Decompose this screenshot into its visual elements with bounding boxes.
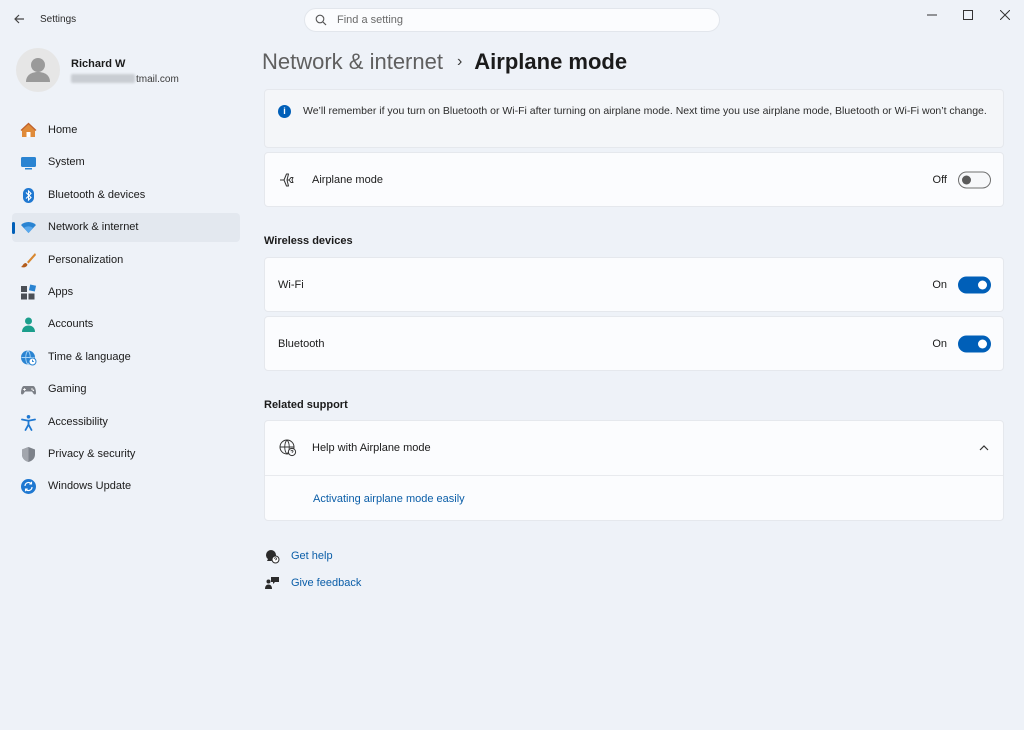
sidebar-item-gaming[interactable]: Gaming <box>12 375 240 404</box>
avatar[interactable] <box>16 48 60 92</box>
chevron-up-icon[interactable] <box>977 441 991 455</box>
sidebar-item-home[interactable]: Home <box>12 116 240 145</box>
sidebar-item-system[interactable]: System <box>12 148 240 177</box>
help-expander-header[interactable]: Help with Airplane mode <box>265 421 1003 476</box>
wifi-toggle[interactable] <box>958 276 991 293</box>
toggle-knob <box>962 175 971 184</box>
back-arrow-icon <box>14 14 24 24</box>
wireless-devices-heading: Wireless devices <box>264 235 353 247</box>
brush-icon <box>20 252 37 269</box>
sidebar-item-bluetooth[interactable]: Bluetooth & devices <box>12 181 240 210</box>
back-button[interactable] <box>8 8 30 30</box>
title-bar: Settings Find a setting <box>0 0 1024 40</box>
airplane-mode-state: Off <box>932 173 947 186</box>
sidebar-item-label: Apps <box>48 285 74 298</box>
info-banner: i We’ll remember if you turn on Bluetoot… <box>264 89 1004 148</box>
info-icon: i <box>278 105 291 118</box>
get-help-label: Get help <box>291 550 333 562</box>
close-button[interactable] <box>992 6 1018 24</box>
sidebar-item-label: Privacy & security <box>48 447 136 460</box>
sidebar-item-apps[interactable]: Apps <box>12 278 240 307</box>
feedback-icon <box>265 577 279 589</box>
get-help-icon <box>266 550 280 564</box>
apps-icon <box>20 284 37 301</box>
airplane-mode-row[interactable]: Airplane mode Off <box>264 152 1004 207</box>
bluetooth-icon <box>20 187 37 204</box>
help-expander-title: Help with Airplane mode <box>312 442 431 454</box>
maximize-button[interactable] <box>955 6 981 24</box>
gamepad-icon <box>20 381 37 398</box>
globe-help-icon <box>278 438 298 458</box>
sidebar-item-label: Time & language <box>48 350 131 363</box>
search-box[interactable]: Find a setting <box>304 8 720 32</box>
bluetooth-row[interactable]: Bluetooth On <box>264 316 1004 371</box>
sidebar-item-label: Bluetooth & devices <box>48 188 146 201</box>
maximize-icon <box>963 10 973 20</box>
help-expander: Help with Airplane mode Activating airpl… <box>264 420 1004 521</box>
wifi-row[interactable]: Wi-Fi On <box>264 257 1004 312</box>
minimize-button[interactable] <box>919 6 945 24</box>
info-text: We’ll remember if you turn on Bluetooth … <box>303 105 987 117</box>
give-feedback-label: Give feedback <box>291 577 362 589</box>
settings-window: Settings Find a setting Richard W tmail.… <box>0 0 1024 730</box>
breadcrumb-separator: › <box>456 53 463 70</box>
activating-airplane-mode-link[interactable]: Activating airplane mode easily <box>313 493 465 505</box>
sidebar-item-label: Windows Update <box>48 480 132 493</box>
bluetooth-label: Bluetooth <box>278 337 325 350</box>
sidebar-item-personalization[interactable]: Personalization <box>12 246 240 275</box>
sidebar-item-label: Gaming <box>48 383 87 396</box>
wifi-label: Wi-Fi <box>278 278 304 291</box>
airplane-mode-toggle[interactable] <box>958 171 991 188</box>
sidebar-item-accounts[interactable]: Accounts <box>12 310 240 339</box>
profile-email-domain: tmail.com <box>136 74 179 85</box>
profile-email: tmail.com <box>71 74 179 85</box>
sidebar-item-label: System <box>48 156 85 169</box>
sidebar-item-label: Accounts <box>48 318 94 331</box>
profile-name: Richard W <box>71 58 126 70</box>
accounts-icon <box>20 316 37 333</box>
search-placeholder: Find a setting <box>337 14 404 26</box>
page-title: Airplane mode <box>474 49 628 74</box>
sidebar-item-accessibility[interactable]: Accessibility <box>12 408 240 437</box>
update-icon <box>20 478 37 495</box>
system-icon <box>20 154 37 171</box>
related-support-heading: Related support <box>264 399 348 411</box>
wifi-state: On <box>932 278 947 291</box>
bluetooth-toggle[interactable] <box>958 335 991 352</box>
minimize-icon <box>927 14 937 16</box>
breadcrumb: Network & internet › Airplane mode <box>262 47 627 77</box>
user-icon <box>26 58 50 82</box>
breadcrumb-parent[interactable]: Network & internet <box>262 49 443 75</box>
shield-icon <box>20 446 37 463</box>
toggle-knob <box>978 280 987 289</box>
airplane-mode-label: Airplane mode <box>312 173 383 186</box>
bluetooth-state: On <box>932 337 947 350</box>
close-icon <box>1000 10 1010 20</box>
sidebar-item-privacy[interactable]: Privacy & security <box>12 440 240 469</box>
accessibility-icon <box>20 414 37 431</box>
sidebar-item-label: Network & internet <box>48 221 139 234</box>
globe-clock-icon <box>20 349 37 366</box>
redacted-email-part <box>71 74 135 83</box>
sidebar-item-windows-update[interactable]: Windows Update <box>12 472 240 501</box>
wifi-icon <box>20 219 37 236</box>
sidebar-nav: Home System Bluetooth & devices Network … <box>12 116 240 505</box>
sidebar-item-network[interactable]: Network & internet <box>12 213 240 243</box>
home-icon <box>20 122 37 139</box>
search-icon <box>315 14 327 26</box>
app-title: Settings <box>40 14 77 25</box>
toggle-knob <box>978 339 987 348</box>
airplane-icon <box>278 170 298 190</box>
sidebar-item-label: Home <box>48 124 78 136</box>
sidebar-item-label: Accessibility <box>48 415 108 428</box>
sidebar-item-label: Personalization <box>48 253 124 266</box>
sidebar-item-time-language[interactable]: Time & language <box>12 343 240 372</box>
